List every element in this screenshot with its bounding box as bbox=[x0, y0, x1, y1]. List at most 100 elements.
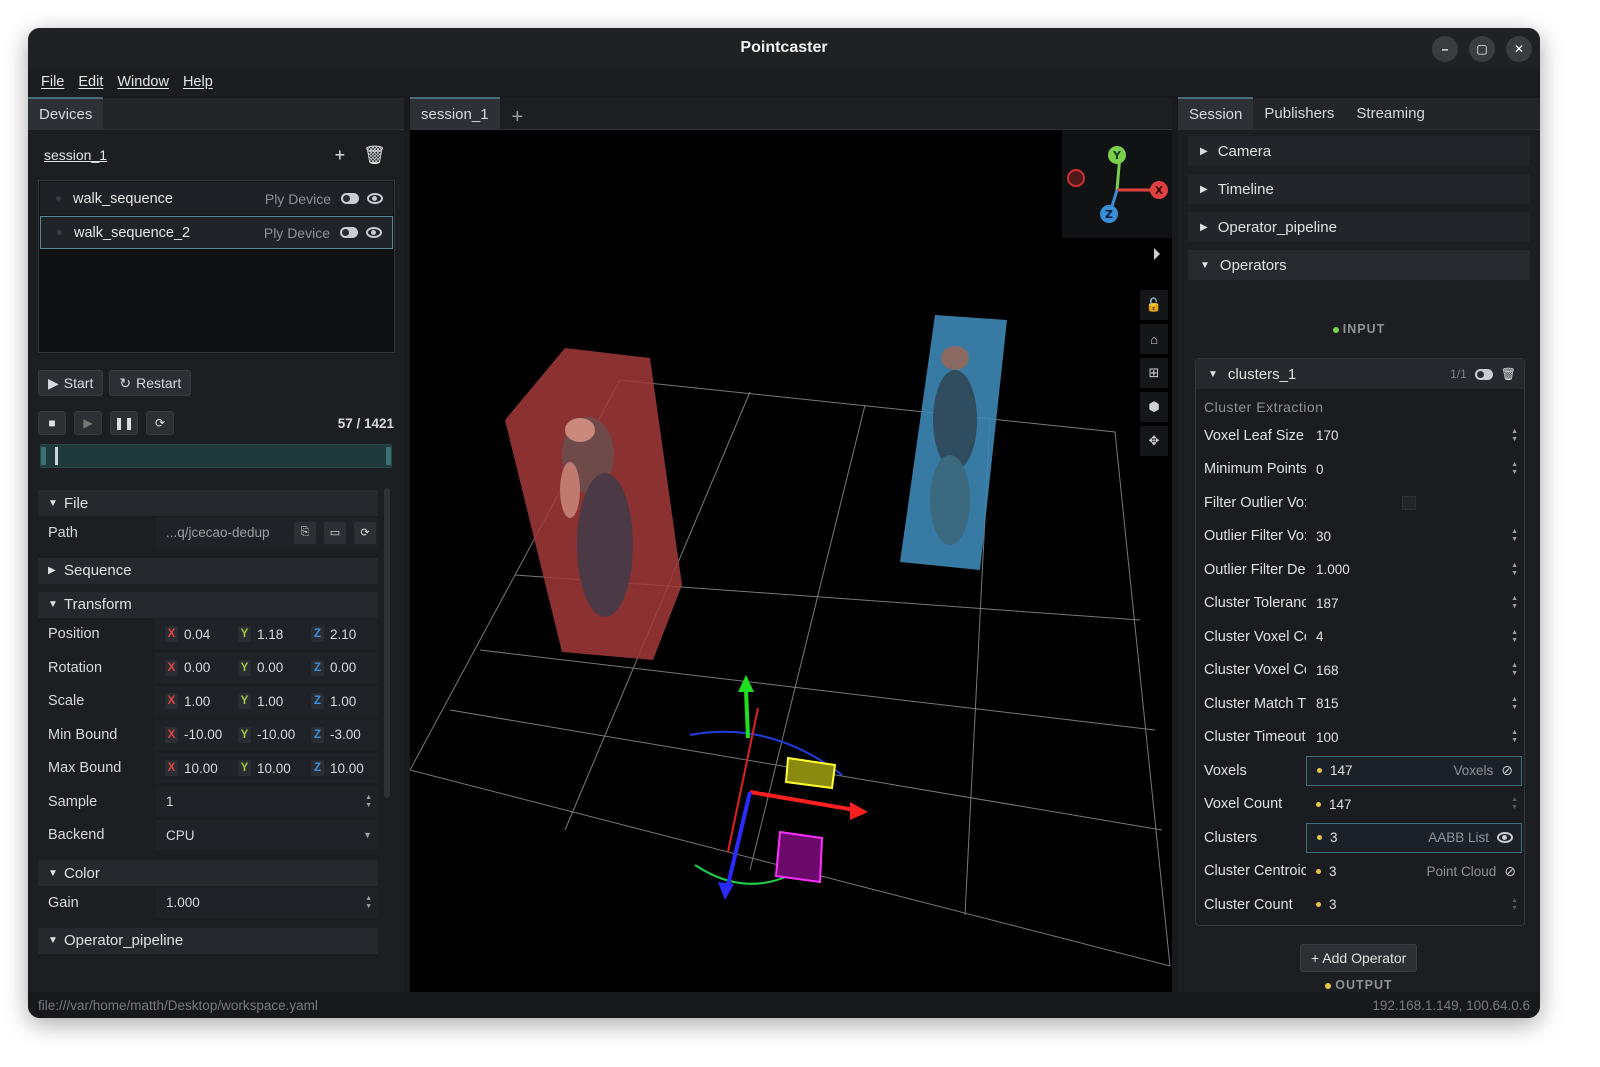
section-operator-pipeline[interactable]: ▼ Operator_pipeline bbox=[38, 927, 378, 954]
spinner-icon[interactable]: ▲ ▼ bbox=[365, 895, 372, 911]
output-value-field[interactable]: 3 AABB List bbox=[1306, 822, 1522, 853]
scrollbar[interactable] bbox=[384, 488, 390, 798]
trash-icon[interactable]: 🗑 bbox=[1501, 367, 1516, 381]
spinner-icon[interactable]: ▲ ▼ bbox=[1511, 461, 1518, 477]
output-value-field[interactable]: 3 ▲ ▼ bbox=[1306, 890, 1524, 920]
y-input[interactable]: 1.00 bbox=[257, 694, 305, 709]
3d-viewport[interactable] bbox=[410, 130, 1172, 992]
section-transform[interactable]: ▼ Transform bbox=[38, 591, 378, 618]
param-input[interactable]: 100 bbox=[1316, 730, 1339, 745]
eye-icon[interactable] bbox=[366, 227, 382, 238]
z-input[interactable]: -3.00 bbox=[330, 727, 378, 742]
gain-input[interactable]: 1.000 bbox=[166, 895, 200, 910]
output-value-field[interactable]: 3 Point Cloud ⊘ bbox=[1306, 856, 1524, 886]
tab-publishers[interactable]: Publishers bbox=[1253, 97, 1345, 129]
add-tab-icon[interactable]: + bbox=[500, 106, 536, 129]
spinner-icon[interactable]: ▲ ▼ bbox=[1511, 562, 1518, 578]
spinner-icon[interactable]: ▲ ▼ bbox=[1511, 696, 1518, 712]
param-input[interactable]: 1.000 bbox=[1316, 562, 1350, 577]
eye-icon[interactable] bbox=[367, 193, 383, 204]
toggle-icon[interactable] bbox=[1474, 368, 1493, 380]
z-input[interactable]: 1.00 bbox=[330, 694, 378, 709]
tab-session[interactable]: session_1 bbox=[410, 97, 500, 129]
tab-session[interactable]: Session bbox=[1178, 97, 1254, 129]
spinner-icon[interactable]: ▲ ▼ bbox=[1511, 428, 1518, 444]
z-input[interactable]: 10.00 bbox=[330, 761, 378, 776]
spinner-icon[interactable]: ▲ ▼ bbox=[1511, 629, 1518, 645]
cube-icon[interactable]: ⬢ bbox=[1140, 392, 1168, 422]
start-button[interactable]: ▶ Start bbox=[38, 370, 104, 396]
minimize-button[interactable]: – bbox=[1432, 36, 1458, 62]
home-icon[interactable]: ⌂ bbox=[1140, 324, 1168, 354]
spinner-icon[interactable]: ▲ ▼ bbox=[1511, 897, 1518, 913]
spinner-icon[interactable]: ▲ ▼ bbox=[1511, 595, 1518, 611]
maximize-button[interactable]: ▢ bbox=[1469, 36, 1495, 62]
output-value-field[interactable]: 147 Voxels ⊘ bbox=[1306, 755, 1522, 786]
spinner-icon[interactable]: ▲ ▼ bbox=[1511, 662, 1518, 678]
y-input[interactable]: 10.00 bbox=[257, 761, 305, 776]
param-input[interactable]: 30 bbox=[1316, 529, 1331, 544]
param-input[interactable]: 815 bbox=[1316, 696, 1339, 711]
z-input[interactable]: 0.00 bbox=[330, 660, 378, 675]
spinner-icon[interactable]: ▲ ▼ bbox=[1511, 729, 1518, 745]
output-value-field[interactable]: 147 ▲ ▼ bbox=[1306, 789, 1524, 819]
spinner-icon[interactable]: ▲ ▼ bbox=[365, 794, 372, 810]
section-file[interactable]: ▼ File bbox=[38, 490, 378, 516]
playhead-handle[interactable] bbox=[55, 447, 58, 465]
menu-help[interactable]: Help bbox=[177, 74, 219, 90]
y-input[interactable]: 1.18 bbox=[257, 627, 305, 642]
z-input[interactable]: 2.10 bbox=[330, 627, 378, 642]
play-button[interactable]: ▶ bbox=[74, 411, 102, 435]
folder-icon[interactable]: ▭ bbox=[324, 521, 346, 544]
operator-header[interactable]: ▼ clusters_1 1/1 🗑 bbox=[1196, 359, 1524, 389]
section-timeline[interactable]: ▶ Timeline bbox=[1188, 174, 1530, 204]
transform-gizmo[interactable] bbox=[689, 675, 868, 900]
section-sequence[interactable]: ▶ Sequence bbox=[38, 557, 378, 584]
section-camera[interactable]: ▶ Camera bbox=[1188, 136, 1530, 166]
menu-file[interactable]: File bbox=[35, 74, 70, 90]
move-icon[interactable]: ✥ bbox=[1140, 426, 1168, 456]
tab-devices[interactable]: Devices bbox=[28, 97, 104, 129]
orientation-gizmo[interactable]: Y X Z bbox=[1062, 130, 1172, 238]
lock-icon[interactable]: 🔓 bbox=[1140, 290, 1168, 320]
path-field[interactable]: ...q/jcecao-dedup bbox=[166, 525, 270, 540]
param-input[interactable]: 0 bbox=[1316, 462, 1324, 477]
gizmo-neg-x-icon[interactable] bbox=[1067, 169, 1085, 187]
y-input[interactable]: -10.00 bbox=[257, 727, 305, 742]
backend-select[interactable]: CPU bbox=[166, 828, 195, 843]
add-operator-button[interactable]: + Add Operator bbox=[1300, 944, 1418, 972]
menu-window[interactable]: Window bbox=[111, 74, 175, 90]
toggle-icon[interactable] bbox=[340, 227, 358, 238]
pause-button[interactable]: ❚❚ bbox=[110, 411, 138, 435]
eye-off-icon[interactable]: ⊘ bbox=[1501, 762, 1513, 779]
param-input[interactable]: 4 bbox=[1316, 629, 1324, 644]
x-input[interactable]: 0.00 bbox=[184, 660, 232, 675]
stop-button[interactable]: ■ bbox=[38, 411, 66, 435]
trash-icon[interactable]: 🗑 bbox=[363, 145, 386, 166]
eye-icon[interactable] bbox=[1497, 832, 1513, 844]
playback-slider[interactable] bbox=[40, 444, 392, 468]
close-button[interactable]: ✕ bbox=[1506, 36, 1532, 62]
range-end-handle[interactable] bbox=[386, 447, 391, 465]
add-device-icon[interactable]: + bbox=[335, 145, 346, 166]
param-input[interactable]: 187 bbox=[1316, 596, 1339, 611]
loop-button[interactable]: ⟳ bbox=[146, 411, 174, 435]
toggle-icon[interactable] bbox=[341, 193, 359, 204]
param-input[interactable]: 168 bbox=[1316, 663, 1339, 678]
tab-streaming[interactable]: Streaming bbox=[1345, 97, 1435, 129]
collapse-arrow-icon[interactable] bbox=[1154, 248, 1160, 260]
grid-icon[interactable]: ⊞ bbox=[1140, 358, 1168, 388]
x-input[interactable]: 10.00 bbox=[184, 761, 232, 776]
section-operators[interactable]: ▼ Operators bbox=[1188, 250, 1530, 280]
session-name[interactable]: session_1 bbox=[44, 147, 107, 163]
x-input[interactable]: 0.04 bbox=[184, 627, 232, 642]
restart-button[interactable]: ↻ Restart bbox=[109, 370, 192, 396]
section-color[interactable]: ▼ Color bbox=[38, 860, 378, 886]
reload-icon[interactable]: ⟳ bbox=[354, 521, 376, 544]
file-icon[interactable]: ⎘ bbox=[294, 521, 316, 544]
list-item[interactable]: walk_sequence Ply Device bbox=[40, 182, 393, 215]
chevron-down-icon[interactable]: ▼ bbox=[363, 831, 372, 840]
menu-edit[interactable]: Edit bbox=[72, 74, 109, 90]
x-input[interactable]: 1.00 bbox=[184, 694, 232, 709]
spinner-icon[interactable]: ▲ ▼ bbox=[1511, 796, 1518, 812]
